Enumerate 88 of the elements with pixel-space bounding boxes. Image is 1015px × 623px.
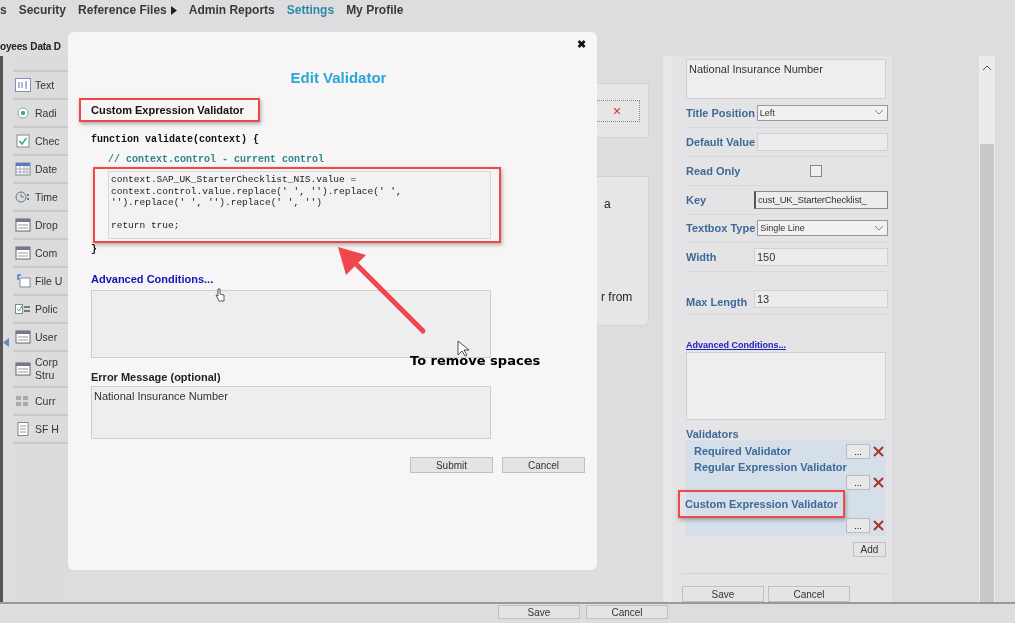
input-field[interactable]: 150	[754, 248, 888, 267]
code-editor[interactable]: context.SAP_UK_StarterChecklist_NIS.value = context.control.value.replace(' ', '').replace(' ', '').replace(' ', '').replace(' ', '') return true;	[108, 171, 491, 239]
palette-label: File U	[35, 274, 63, 288]
palette-label: SF H	[35, 422, 59, 436]
delete-icon[interactable]	[873, 446, 884, 457]
calendar-icon	[15, 162, 31, 176]
field-label: Default Value	[686, 135, 756, 148]
description-field[interactable]: National Insurance Number	[686, 59, 886, 99]
nav-tab[interactable]: s	[0, 3, 7, 17]
palette-label: Date	[35, 162, 58, 176]
scrollbar[interactable]	[979, 56, 995, 602]
dropdown[interactable]: Single Line	[757, 220, 888, 237]
annotation-text: To remove spaces	[410, 353, 541, 368]
window-icon	[15, 330, 31, 344]
input-field[interactable]: cust_UK_StarterChecklist_	[754, 190, 888, 209]
window-icon	[15, 246, 31, 260]
edit-button[interactable]: ...	[846, 475, 870, 490]
validator-name: Custom Expression Validator	[678, 490, 845, 518]
validator-name: Required Validator	[693, 444, 793, 459]
radio-icon	[15, 106, 31, 120]
field-label: Read Only	[686, 164, 742, 177]
input-field[interactable]	[757, 132, 888, 151]
nav-tab[interactable]: oyees	[0, 41, 28, 52]
nav-tab[interactable]: Admin Reports	[188, 3, 275, 17]
palette-label: User	[35, 330, 58, 344]
validator-name: Regular Expression Validator	[693, 460, 848, 475]
window-icon	[15, 218, 31, 232]
pointer-cursor-icon	[457, 340, 469, 357]
nav-tab[interactable]: Reference Files	[78, 3, 177, 17]
dialog-title: Edit Validator	[289, 69, 388, 86]
field-label: Width	[686, 251, 718, 264]
validators-heading: Validators	[686, 428, 740, 440]
add-button[interactable]: Add	[853, 542, 886, 557]
code-text: }	[91, 244, 98, 255]
dropdown[interactable]: Left	[756, 104, 888, 121]
checkbox[interactable]	[810, 164, 822, 177]
palette-label: Drop	[35, 218, 58, 232]
panel-button[interactable]: Cancel	[768, 586, 850, 602]
conditions-field[interactable]	[91, 290, 491, 358]
close-button[interactable]: ✖	[577, 38, 586, 51]
canvas-text: r from	[601, 290, 633, 304]
document-icon	[15, 422, 31, 436]
dialog-button[interactable]: Submit	[410, 457, 493, 473]
palette-label: Polic	[35, 302, 58, 316]
scroll-up-icon[interactable]	[983, 65, 991, 70]
palette-label: Text	[35, 78, 55, 92]
validator-type: Custom Expression Validator	[79, 98, 260, 122]
footer-button[interactable]: Cancel	[586, 605, 668, 619]
text-field-icon	[15, 78, 31, 92]
conditions-field[interactable]	[686, 352, 886, 420]
field-label: Title Position	[686, 106, 755, 119]
hand-cursor-icon	[215, 288, 225, 302]
advanced-conditions-link[interactable]: Advanced Conditions...	[686, 340, 883, 351]
field-label: Key	[686, 193, 708, 206]
field-label: Textbox Type	[686, 222, 756, 235]
nav-tab[interactable]: My Profile	[346, 3, 404, 17]
input-field[interactable]: 13	[754, 290, 888, 309]
form-icon	[15, 302, 31, 316]
window-icon	[15, 362, 31, 376]
error-message-field[interactable]: National Insurance Number	[91, 386, 491, 439]
file-icon	[15, 274, 31, 288]
palette-label: Chec	[35, 134, 60, 148]
footer-button[interactable]: Save	[498, 605, 580, 619]
palette-label: Time	[35, 190, 58, 204]
palette-label: Com	[35, 246, 58, 260]
panel-button[interactable]: Save	[682, 586, 764, 602]
delete-icon[interactable]	[873, 477, 884, 488]
checkbox-icon	[15, 134, 31, 148]
advanced-conditions-link[interactable]: Advanced Conditions...	[91, 273, 586, 285]
blocks-icon	[15, 394, 31, 408]
clock-icon	[15, 190, 31, 204]
code-comment: // context.control - current control	[108, 154, 326, 165]
delete-icon[interactable]	[873, 520, 884, 531]
palette-label: Curr	[35, 394, 56, 408]
chevron-icon	[875, 110, 883, 116]
close-icon[interactable]	[613, 107, 620, 114]
palette-label: Radi	[35, 106, 57, 120]
code-text: function validate(context) {	[91, 134, 261, 145]
nav-tab[interactable]: Data D	[30, 41, 61, 52]
error-message-label: Error Message (optional)	[91, 371, 222, 383]
nav-tab[interactable]: Security	[18, 3, 67, 17]
canvas-text: a	[604, 197, 611, 211]
field-label: Max Length	[686, 296, 749, 309]
palette-label: Corp Stru	[35, 356, 58, 382]
chevron-icon	[875, 225, 883, 231]
edit-button[interactable]: ...	[846, 518, 870, 533]
dialog-button[interactable]: Cancel	[502, 457, 585, 473]
edit-button[interactable]: ...	[846, 444, 870, 459]
